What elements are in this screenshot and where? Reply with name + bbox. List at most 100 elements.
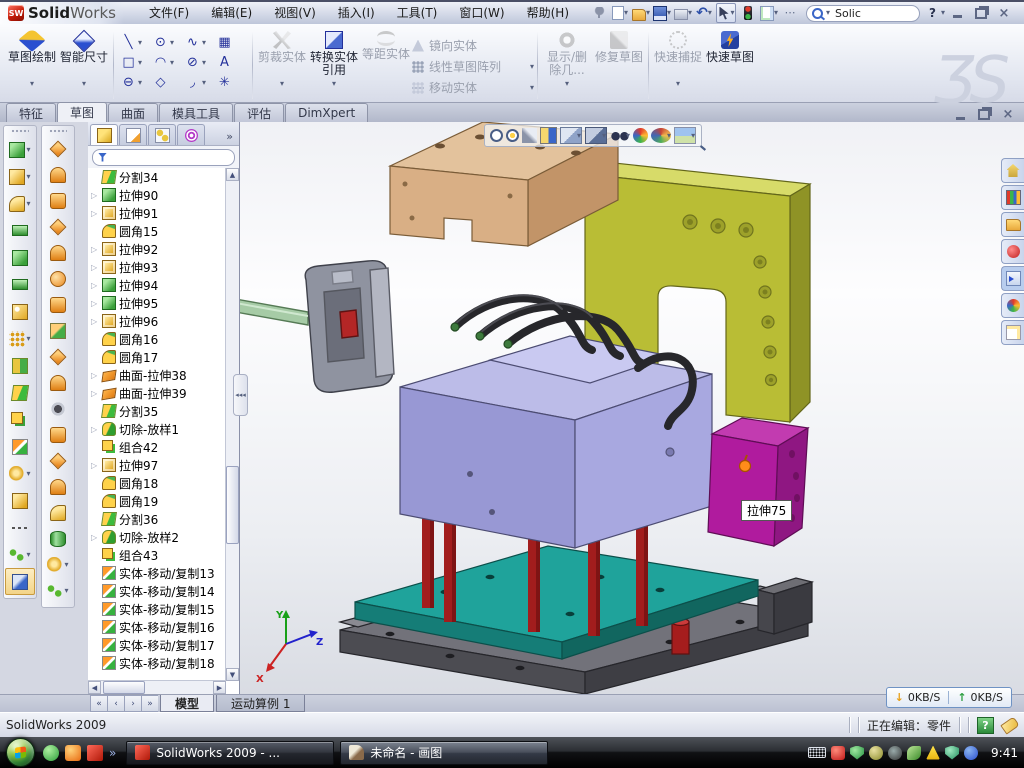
resources-stats-tab[interactable] — [1001, 185, 1024, 210]
expand-arrow-icon[interactable]: ▷ — [91, 461, 99, 470]
menu-item[interactable]: 文件(F) — [138, 2, 200, 24]
sketch-fillet-icon[interactable]: ◞▾ — [183, 73, 215, 93]
hide-show-items-icon[interactable]: ▾ — [610, 128, 630, 143]
instant3d-icon[interactable] — [5, 568, 35, 595]
quick-tips-button[interactable]: ? — [977, 717, 994, 734]
feature-tree-item[interactable]: ▷ 实体-移动/复制17 — [88, 636, 226, 654]
expand-arrow-icon[interactable]: ▷ — [91, 191, 99, 200]
feature-tree-item[interactable]: ▷ 圆角18 — [88, 474, 226, 492]
wizard-hole-icon[interactable] — [5, 298, 35, 325]
text-icon[interactable]: A — [215, 53, 247, 73]
feature-tree-item[interactable]: ▷ 实体-移动/复制15 — [88, 600, 226, 618]
extrude-cut-icon[interactable]: ▾ — [5, 163, 35, 190]
taskbar-task-button[interactable]: SolidWorks 2009 - ... — [126, 741, 334, 765]
quick-snaps-button[interactable]: 快速捕捉 ▾ — [652, 28, 704, 99]
restore-button[interactable] — [971, 6, 991, 21]
mold-tool-icon-14[interactable] — [43, 474, 73, 500]
rebuild-icon[interactable] — [739, 4, 757, 22]
zoom-area-icon[interactable] — [506, 129, 519, 142]
media-player-icon[interactable] — [65, 745, 81, 761]
mold-tool-icon-10[interactable] — [43, 370, 73, 396]
dropdown-arrow-icon[interactable]: ▾ — [64, 561, 68, 569]
mold-tool-icon-1[interactable] — [43, 136, 73, 162]
search-box[interactable]: ▾ — [806, 5, 920, 22]
command-tab[interactable]: 草图 — [57, 102, 107, 122]
pin-icon[interactable] — [590, 4, 608, 22]
command-tab[interactable]: 模具工具 — [159, 103, 233, 122]
tree-horizontal-scrollbar[interactable]: ◀ ▶ — [88, 680, 226, 694]
command-tab[interactable]: DimXpert — [285, 103, 368, 122]
spline-icon[interactable]: ∿▾ — [183, 33, 215, 53]
custom-properties-tab[interactable] — [1001, 320, 1024, 345]
mold-tool-icon-5[interactable] — [43, 240, 73, 266]
tab-nav-button[interactable]: ‹ — [107, 695, 124, 712]
minimize-button[interactable] — [948, 6, 968, 21]
feature-tree-item[interactable]: ▷ 实体-移动/复制16 — [88, 618, 226, 636]
tag-icon[interactable] — [1000, 716, 1019, 734]
expand-arrow-icon[interactable]: ▷ — [91, 299, 99, 308]
feature-tree-item[interactable]: ▷ 实体-移动/复制13 — [88, 564, 226, 582]
mold-core-icon[interactable] — [43, 526, 73, 552]
feature-tree-item[interactable]: ▷ 组合42 — [88, 438, 226, 456]
dropdown-arrow-icon[interactable]: ▾ — [26, 173, 30, 181]
plane-icon[interactable] — [5, 487, 35, 514]
appearances-tab[interactable] — [1001, 293, 1024, 318]
file-explorer-tab[interactable] — [1001, 266, 1024, 291]
mold-curve-icon[interactable]: ▾ — [43, 578, 73, 604]
feature-tree-item[interactable]: ▷ 分割35 — [88, 402, 226, 420]
toolbox-tab[interactable] — [1001, 239, 1024, 264]
feature-tree-item[interactable]: ▷ 圆角19 — [88, 492, 226, 510]
pattern-icon[interactable]: ▾ — [5, 325, 35, 352]
document-tab[interactable]: 运动算例 1 — [216, 695, 305, 712]
feature-tree-item[interactable]: ▷ 拉伸97 — [88, 456, 226, 474]
expand-arrow-icon[interactable]: ▷ — [91, 317, 99, 326]
feature-tree-item[interactable]: ▷ 拉伸93 — [88, 258, 226, 276]
dropdown-arrow-icon[interactable]: ▾ — [691, 132, 695, 140]
rib-icon[interactable] — [5, 352, 35, 379]
model-part-clamp-unit[interactable] — [240, 261, 394, 393]
update-service-icon[interactable] — [869, 746, 883, 760]
dropdown-arrow-icon[interactable]: ▾ — [26, 200, 30, 208]
messenger-icon[interactable] — [43, 745, 59, 761]
apply-scene-icon[interactable]: ▾ — [651, 128, 671, 143]
polygon-icon[interactable]: ◇ — [151, 73, 183, 93]
extrude-boss-icon[interactable]: ▾ — [5, 136, 35, 163]
line-icon[interactable]: ╲▾ — [119, 33, 151, 53]
dropdown-arrow-icon[interactable]: ▾ — [202, 39, 206, 47]
view-settings-icon[interactable]: ▾ — [674, 127, 696, 144]
propertymanager-tab[interactable] — [119, 124, 147, 145]
feature-tree-item[interactable]: ▷ 拉伸94 — [88, 276, 226, 294]
expand-arrow-icon[interactable]: ▷ — [91, 245, 99, 254]
linear-sketch-pattern-button[interactable]: 线性草图阵列 ▾ — [412, 56, 534, 77]
dropdown-arrow-icon[interactable]: ▾ — [138, 59, 142, 67]
print-icon[interactable]: ▾ — [674, 4, 692, 22]
menu-item[interactable]: 工具(T) — [386, 2, 449, 24]
close-button[interactable]: × — [994, 6, 1014, 21]
zoom-fit-icon[interactable] — [490, 129, 503, 142]
mirror-entities-button[interactable]: 镜向实体 — [412, 35, 534, 56]
dropdown-arrow-icon[interactable]: ▾ — [332, 80, 336, 88]
dropdown-arrow-icon[interactable]: ▾ — [170, 59, 174, 67]
mold-tool-icon-2[interactable] — [43, 162, 73, 188]
lofted-boss-icon[interactable] — [5, 271, 35, 298]
smart-dimension-button[interactable]: 智能尺寸 ▾ — [58, 28, 110, 99]
expand-arrow-icon[interactable]: ▷ — [91, 425, 99, 434]
network-warning-icon[interactable] — [926, 746, 940, 760]
sketch-button[interactable]: 草图绘制 ▾ — [6, 28, 58, 99]
graphics-viewport[interactable]: Y Z X ▾▾▾▾▾ 拉伸75 — [240, 122, 1024, 694]
chevron-down-icon[interactable]: ▾ — [826, 9, 830, 17]
menu-item[interactable]: 窗口(W) — [448, 2, 515, 24]
doc-close-button[interactable]: × — [998, 107, 1018, 122]
dimxpertmanager-tab[interactable] — [177, 124, 205, 145]
help-dropdown-icon[interactable]: ▾ — [941, 9, 945, 17]
dropdown-arrow-icon[interactable]: ▾ — [138, 39, 142, 47]
featuremanager-tab[interactable] — [90, 124, 118, 145]
feature-tree-item[interactable]: ▷ 圆角17 — [88, 348, 226, 366]
command-tab[interactable]: 特征 — [6, 103, 56, 122]
feature-tree-item[interactable]: ▷ 切除-放样1 — [88, 420, 226, 438]
feature-tree-item[interactable]: ▷ 分割34 — [88, 168, 226, 186]
help-button[interactable]: ? — [927, 6, 938, 20]
doc-restore-button[interactable] — [974, 107, 994, 122]
scroll-down-icon[interactable]: ▼ — [226, 668, 239, 681]
taskbar-clock[interactable]: 9:41 — [991, 746, 1018, 760]
